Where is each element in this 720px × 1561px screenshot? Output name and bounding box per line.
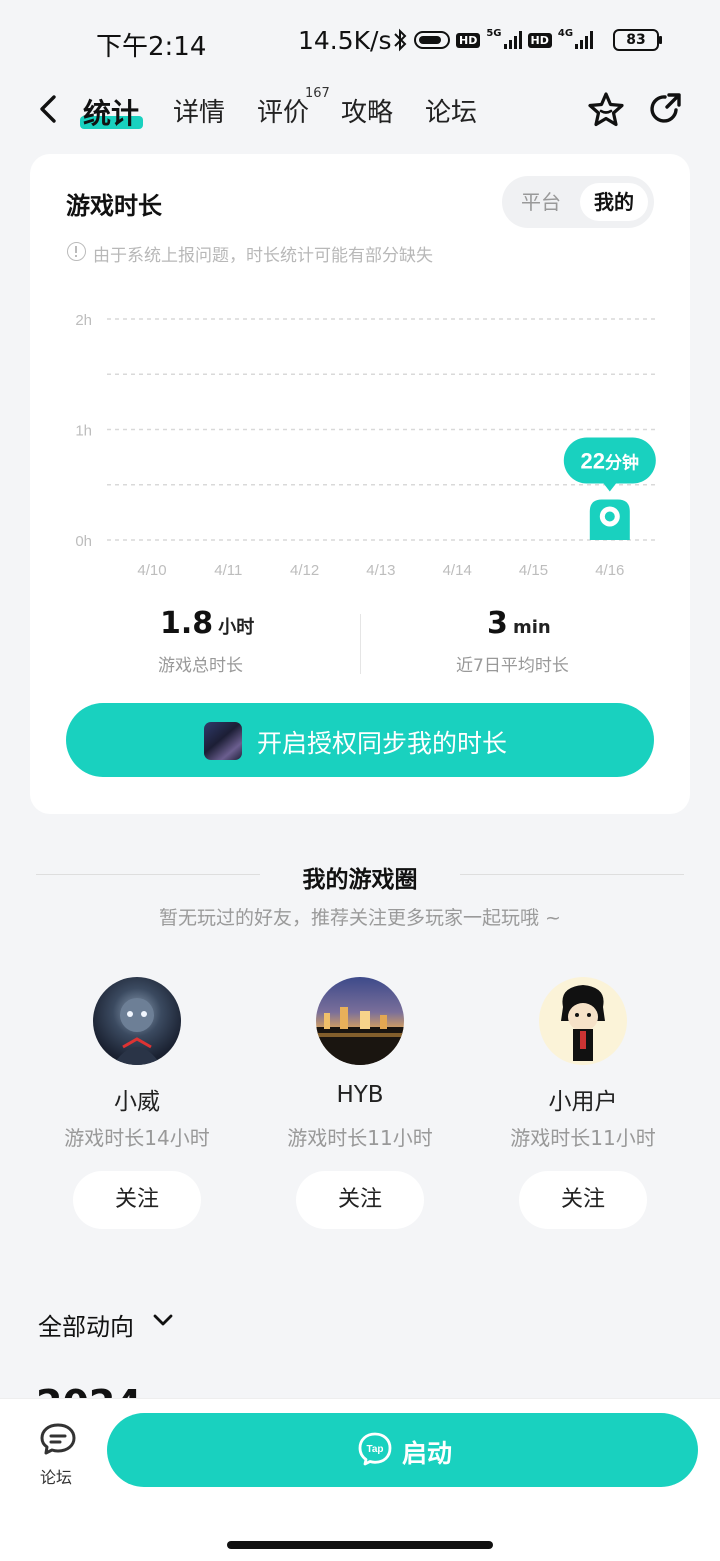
game-thumbnail	[204, 722, 242, 760]
feed-filter[interactable]: 全部动向	[38, 1307, 134, 1342]
x-tick-label: 4/11	[214, 562, 242, 579]
follow-button[interactable]: 关注	[296, 1171, 424, 1229]
tap-logo-icon: Tap	[358, 1432, 392, 1466]
follow-button[interactable]: 关注	[519, 1171, 647, 1229]
friend-name: HYB	[336, 1082, 384, 1108]
playtime-chart: 0h 1h 2h 4/10 4/11 4/12 4/13 4/14 4/15 4/16 22分钟	[75, 312, 656, 579]
tooltip-value: 22	[581, 448, 605, 473]
y-tick-label: 1h	[75, 423, 92, 440]
avatar[interactable]	[316, 977, 404, 1065]
avatar-art	[316, 1007, 404, 1065]
stat-divider	[360, 614, 361, 674]
avg-playtime: 3 min	[487, 606, 551, 641]
avatar-art	[561, 985, 605, 1061]
game-circle-subtitle: 暂无玩过的好友，推荐关注更多玩家一起玩哦 ~	[159, 907, 561, 929]
avatar[interactable]	[93, 977, 181, 1065]
total-playtime-label: 游戏总时长	[158, 656, 243, 676]
friend-playtime: 游戏时长14小时	[64, 1126, 210, 1150]
launch-label: 启动	[402, 1439, 453, 1468]
forum-icon[interactable]	[38, 1420, 78, 1460]
total-playtime-value: 1.8	[160, 606, 214, 641]
home-indicator	[227, 1541, 493, 1549]
avg-playtime-label: 近7日平均时长	[456, 656, 569, 676]
avg-playtime-value: 3	[487, 606, 508, 641]
tap-logo-text: Tap	[366, 1444, 383, 1455]
bar-marker-dot	[604, 511, 615, 522]
tooltip-pointer	[602, 482, 617, 492]
y-tick-label: 0h	[75, 533, 92, 550]
forum-label[interactable]: 论坛	[40, 1464, 72, 1488]
friend-name: 小威	[114, 1089, 160, 1115]
tooltip-unit: 分钟	[605, 452, 639, 472]
y-tick-label: 2h	[75, 312, 92, 329]
avatar[interactable]	[539, 977, 627, 1065]
game-circle-title: 我的游戏圈	[302, 867, 418, 893]
x-tick-label: 4/15	[519, 562, 548, 579]
total-playtime: 1.8 小时	[160, 606, 254, 641]
auth-sync-label: 开启授权同步我的时长	[257, 729, 508, 758]
chevron-down-icon[interactable]	[153, 1313, 173, 1327]
x-tick-label: 4/12	[290, 562, 319, 579]
x-tick-label: 4/16	[595, 562, 624, 579]
friend-playtime: 游戏时长11小时	[510, 1126, 656, 1150]
x-tick-label: 4/10	[137, 562, 166, 579]
friend-name: 小用户	[548, 1089, 618, 1115]
x-tick-label: 4/14	[443, 562, 472, 579]
avg-playtime-unit: min	[512, 617, 551, 638]
x-tick-label: 4/13	[366, 562, 395, 579]
follow-button[interactable]: 关注	[73, 1171, 201, 1229]
avatar-art	[113, 998, 161, 1065]
total-playtime-unit: 小时	[218, 617, 255, 638]
friend-playtime: 游戏时长11小时	[287, 1126, 433, 1150]
tab-stats[interactable]: 统计	[83, 92, 139, 132]
